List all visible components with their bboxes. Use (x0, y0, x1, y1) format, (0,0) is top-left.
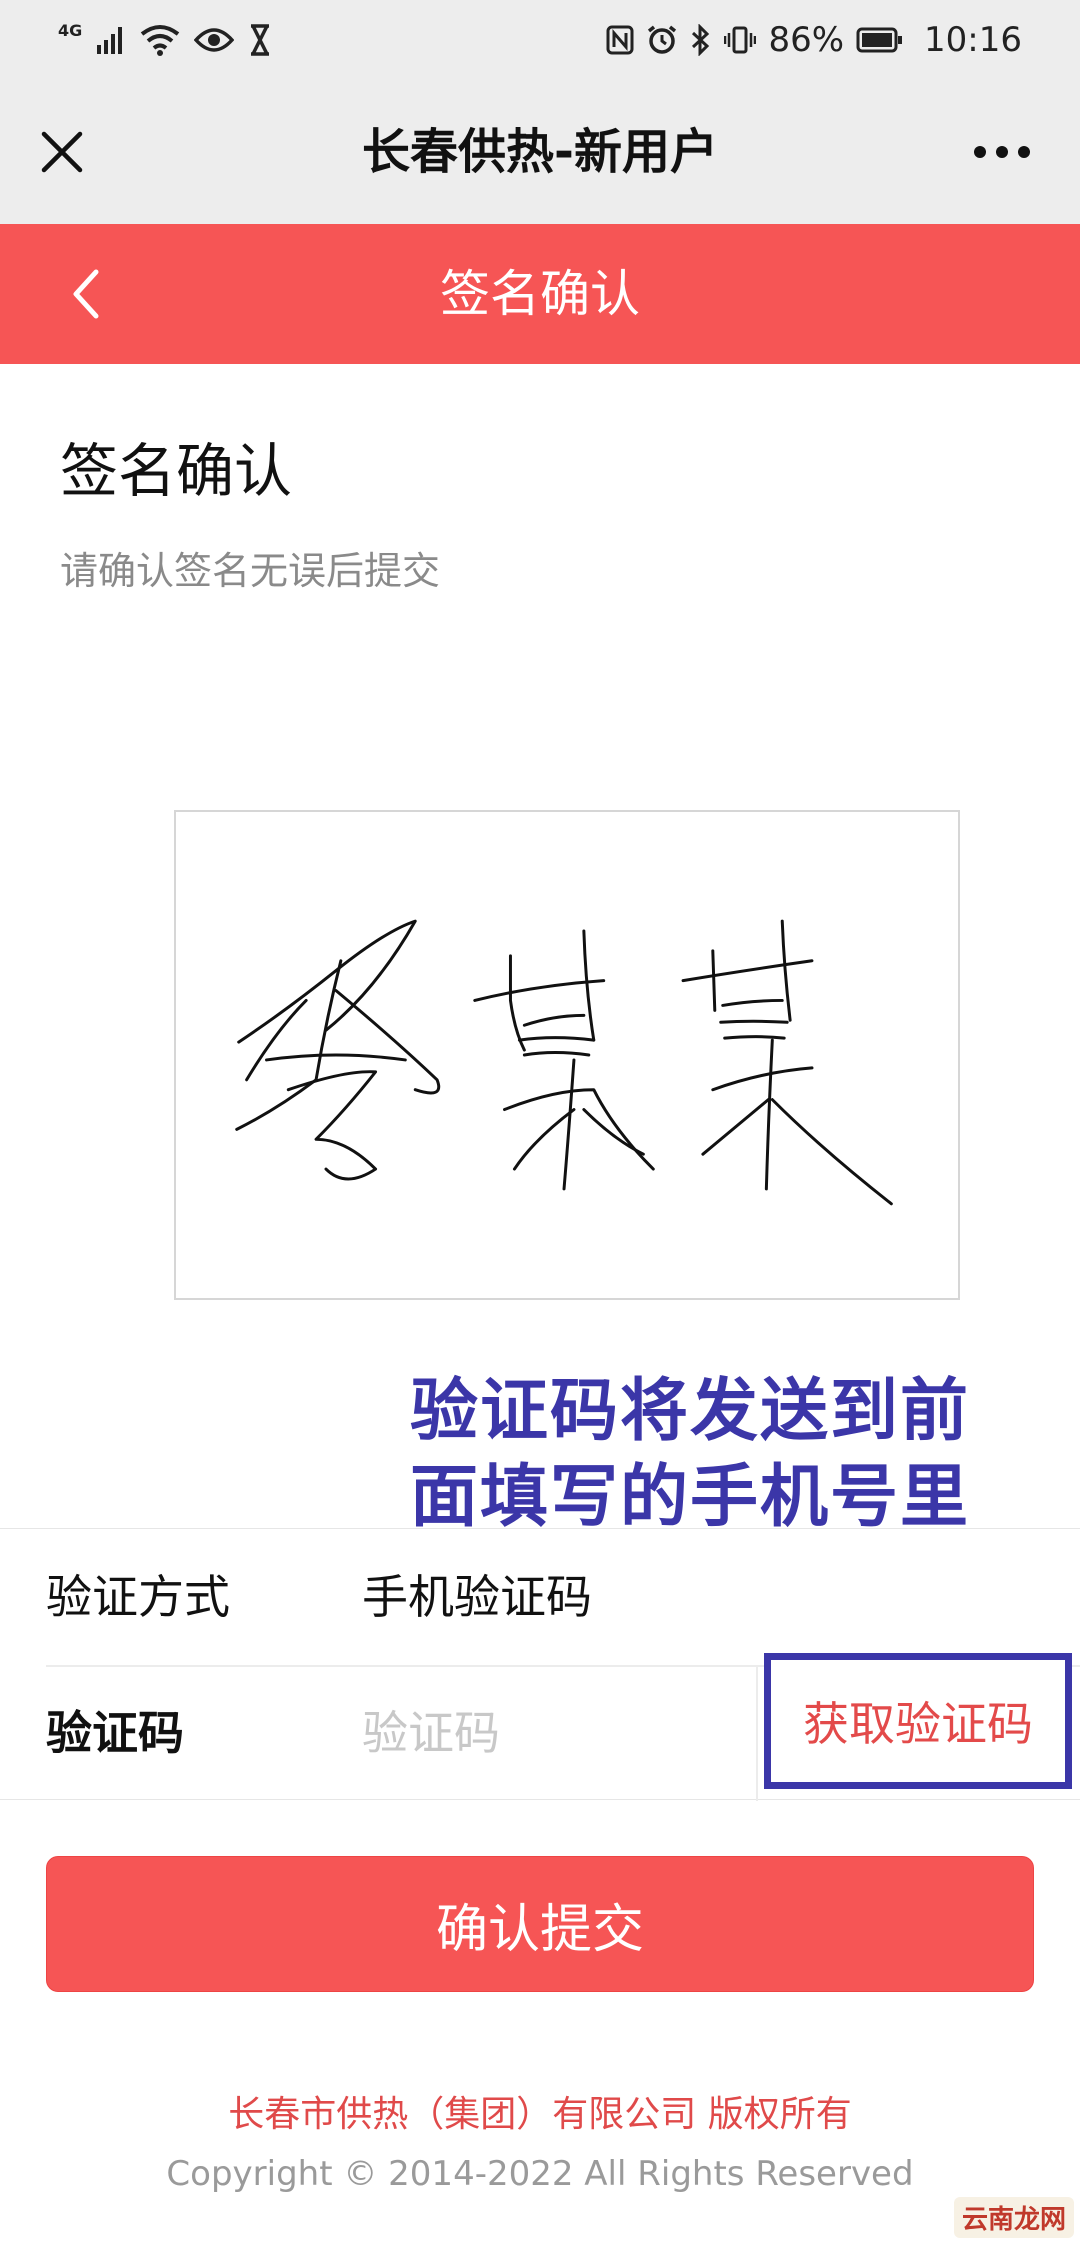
more-dots-icon (974, 146, 1030, 158)
battery-icon (856, 27, 903, 53)
verify-code-label: 验证码 (46, 1706, 184, 1760)
eye-icon (194, 28, 235, 52)
annotation-note: 验证码将发送到前 面填写的手机号里 (410, 1368, 1050, 1540)
verify-method-value: 手机验证码 (362, 1570, 592, 1624)
page-header: 签名确认 (0, 224, 1080, 364)
status-right: 86% 10:16 (606, 18, 1022, 62)
handwritten-signature (235, 919, 893, 1206)
clock-time: 10:16 (924, 20, 1022, 60)
signal-icon (97, 27, 123, 54)
footer-company: 长春市供热（集团）有限公司 版权所有 (228, 2094, 852, 2135)
network-type-label: 4G (58, 20, 83, 40)
vertical-divider (756, 1665, 758, 1801)
get-code-button[interactable]: 获取验证码 (764, 1653, 1072, 1789)
more-button[interactable] (962, 120, 1042, 184)
page-subtitle: 请确认签名无误后提交 (60, 549, 441, 593)
annotation-line-1: 验证码将发送到前 (410, 1371, 971, 1451)
status-bar: 4G 86% 10:16 (0, 0, 1080, 80)
nfc-icon (606, 25, 634, 55)
webview-title-bar: 长春供热-新用户 (0, 80, 1080, 224)
page-title: 签名确认 (60, 437, 293, 505)
submit-button[interactable]: 确认提交 (46, 1856, 1034, 1992)
verification-form: 验证方式 手机验证码 验证码 获取验证码 (0, 1528, 1080, 1801)
verify-method-label: 验证方式 (46, 1570, 230, 1624)
battery-percent: 86% (768, 20, 845, 60)
webview-title: 长春供热-新用户 (362, 124, 718, 180)
alarm-icon (648, 25, 677, 54)
header-title: 签名确认 (440, 265, 640, 323)
status-left: 4G (58, 18, 272, 62)
wifi-icon (141, 25, 180, 56)
verify-code-input[interactable] (362, 1697, 742, 1769)
footer-copyright: Copyright © 2014-2022 All Rights Reserve… (166, 2154, 914, 2194)
hourglass-icon (251, 24, 270, 56)
verify-method-row: 验证方式 手机验证码 (0, 1529, 1080, 1665)
vibrate-icon (724, 26, 757, 54)
watermark-logo: 云南龙网 (953, 2197, 1074, 2238)
bluetooth-icon (692, 24, 710, 56)
signature-preview (174, 810, 960, 1300)
